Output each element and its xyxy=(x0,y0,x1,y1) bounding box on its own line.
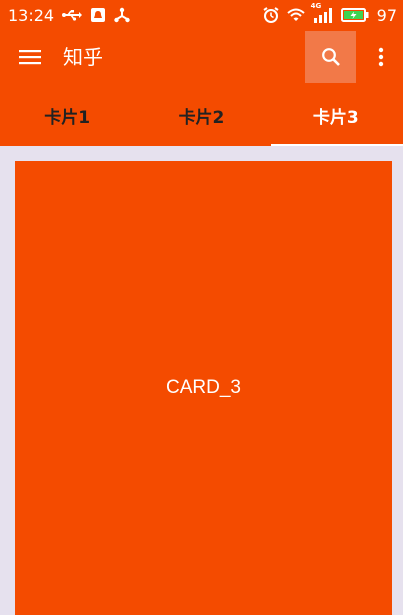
alarm-icon xyxy=(263,7,279,23)
toolbar: 知乎 xyxy=(0,30,403,84)
card-label: CARD_3 xyxy=(166,377,241,398)
tab-bar: 卡片1 卡片2 卡片3 xyxy=(0,84,403,146)
tab-card-1[interactable]: 卡片1 xyxy=(0,84,134,146)
more-vert-icon xyxy=(378,47,384,67)
battery-icon xyxy=(340,8,369,22)
search-button[interactable] xyxy=(305,31,356,83)
status-bar-left: 13:24 xyxy=(8,6,130,25)
more-options-button[interactable] xyxy=(370,44,392,70)
card[interactable]: CARD_3 xyxy=(15,161,392,615)
tab-card-2[interactable]: 卡片2 xyxy=(134,84,268,146)
share-icon xyxy=(114,7,130,23)
status-bar: 13:24 4G 97 xyxy=(0,0,403,30)
app-title: 知乎 xyxy=(63,45,103,69)
signal-icon: 4G xyxy=(311,2,333,23)
menu-icon xyxy=(19,50,41,65)
tab-card-3[interactable]: 卡片3 xyxy=(269,84,403,146)
notification-icon xyxy=(90,7,106,23)
battery-level: 97 xyxy=(376,5,397,25)
status-bar-right: 4G 97 xyxy=(263,2,397,25)
wifi-icon xyxy=(286,8,305,22)
menu-button[interactable] xyxy=(16,44,44,70)
search-icon xyxy=(321,48,340,66)
content-area: CARD_3 xyxy=(0,146,403,615)
usb-icon xyxy=(62,9,83,21)
network-type: 4G xyxy=(310,2,322,10)
status-time: 13:24 xyxy=(8,5,55,25)
